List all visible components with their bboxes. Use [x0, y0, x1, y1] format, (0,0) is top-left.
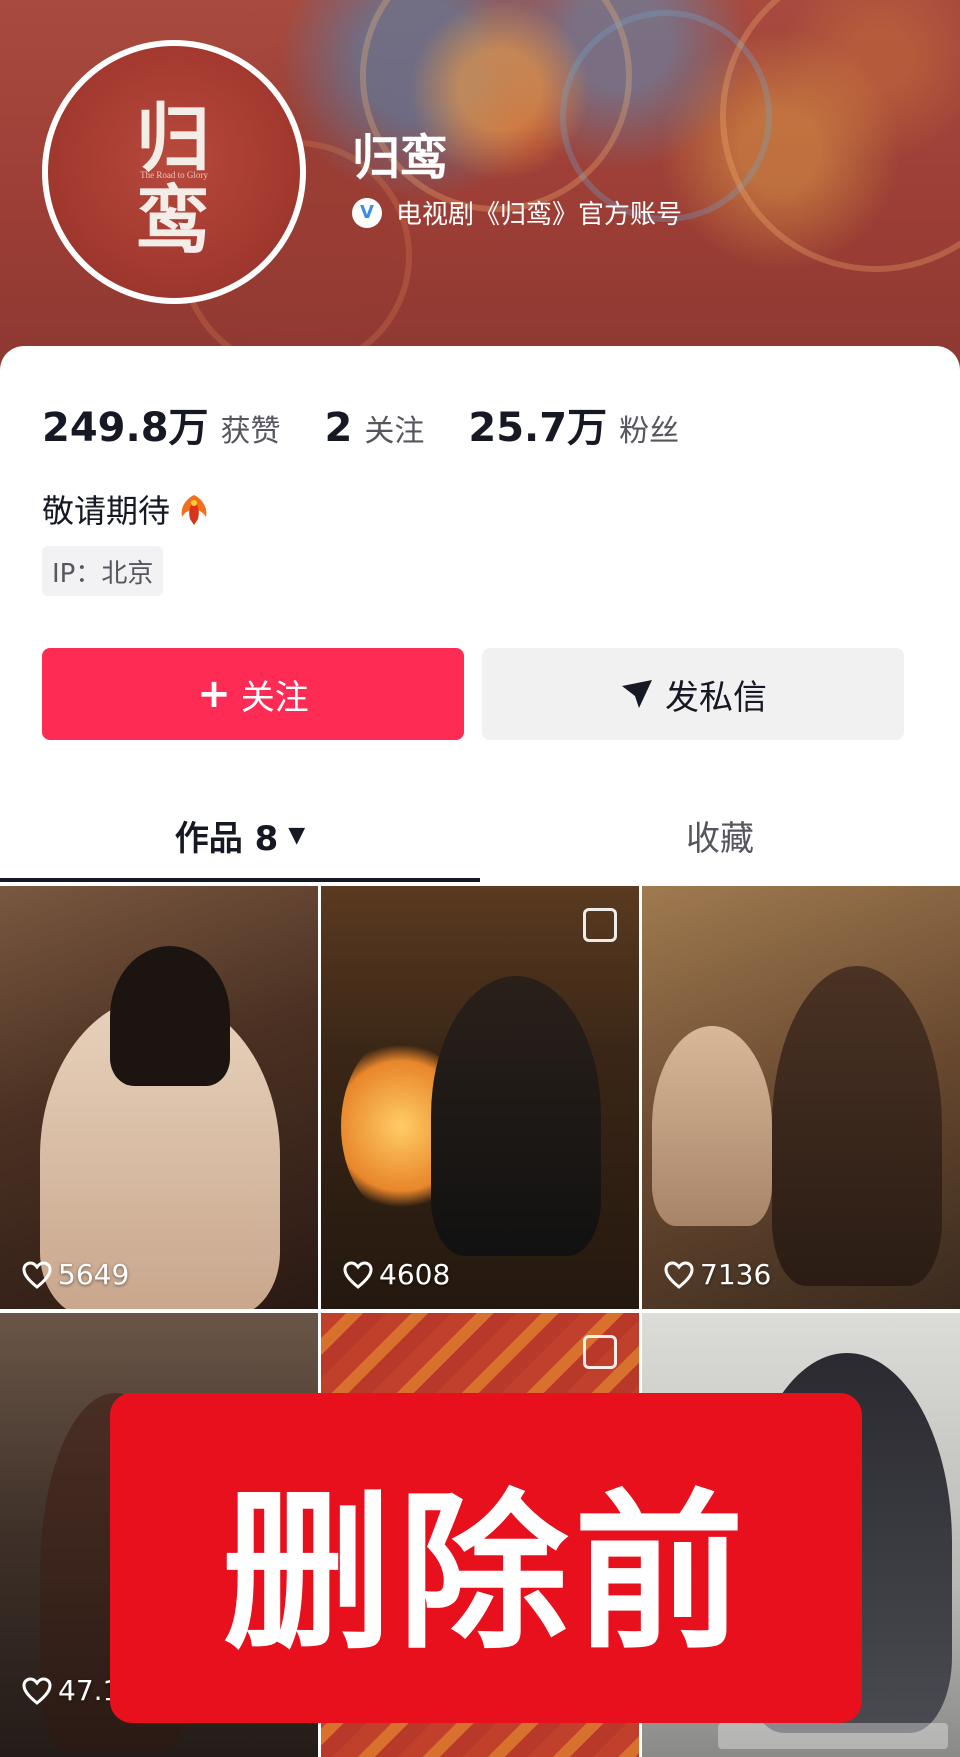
following-label[interactable]: 关注 — [364, 406, 424, 450]
bio-text: 敬请期待 — [42, 492, 171, 530]
follow-button-label: 关注 — [240, 677, 309, 718]
avatar[interactable]: 归 鸾 The Road to Glory — [42, 40, 306, 304]
tab-works-label: 作品 8 — [174, 818, 279, 859]
message-button[interactable]: 发私信 — [482, 648, 904, 740]
heart-icon — [22, 1676, 52, 1705]
thumbnail-figure — [772, 966, 942, 1286]
video-thumbnail[interactable]: 7136 — [642, 886, 960, 1309]
bio: 敬请期待 — [42, 486, 214, 532]
likes-count-text: 7136 — [700, 1258, 772, 1291]
video-likes: 5649 — [22, 1258, 129, 1291]
content-tabs: 作品 8 ▼ 收藏 — [0, 790, 960, 882]
likes-count: 249.8万 — [42, 405, 209, 451]
heart-icon — [664, 1260, 694, 1289]
likes-count-text: 5649 — [58, 1258, 130, 1291]
tab-favorites-label: 收藏 — [686, 818, 754, 859]
account-name: 归鸾 — [352, 130, 449, 186]
pin-icon — [583, 908, 617, 942]
likes-label: 获赞 — [220, 414, 281, 449]
deleted-notice-overlay: 删除前 — [110, 1393, 862, 1723]
tab-active-indicator — [0, 878, 480, 882]
ip-location-tag: IP：北京 — [42, 546, 164, 596]
plus-icon: + — [197, 671, 231, 717]
tab-favorites[interactable]: 收藏 — [480, 790, 960, 880]
follow-button[interactable]: + 关注 — [42, 648, 464, 740]
verified-text: 电视剧《归鸾》官方账号 — [396, 200, 683, 230]
verified-info: V 电视剧《归鸾》官方账号 — [352, 194, 682, 231]
thumbnail-figure — [652, 1026, 772, 1226]
send-icon — [622, 680, 652, 708]
likes-count-text: 4608 — [379, 1258, 451, 1291]
video-thumbnail[interactable]: 4608 — [321, 886, 639, 1309]
message-button-label: 发私信 — [665, 677, 767, 718]
thumbnail-figure — [431, 976, 601, 1256]
video-likes: 47.1 — [22, 1674, 120, 1707]
banner-decoration — [720, 0, 960, 272]
avatar-logo-subtitle: The Road to Glory — [140, 170, 208, 180]
phoenix-emoji-icon — [181, 495, 207, 525]
heart-icon — [343, 1260, 373, 1289]
heart-icon — [22, 1260, 52, 1289]
watermark — [718, 1723, 948, 1749]
video-likes: 7136 — [664, 1258, 771, 1291]
verified-icon: V — [352, 197, 382, 228]
caret-down-icon: ▼ — [288, 822, 306, 848]
stats-row: 249.8万 获赞 2 关注 25.7万 粉丝 — [42, 395, 723, 453]
avatar-logo-text: 归 鸾 — [136, 96, 212, 264]
followers-count[interactable]: 25.7万 — [468, 395, 607, 453]
following-count[interactable]: 2 — [325, 405, 353, 451]
thumbnail-figure — [110, 946, 230, 1086]
pin-icon — [583, 1335, 617, 1369]
video-thumbnail[interactable]: 5649 — [0, 886, 318, 1309]
followers-label[interactable]: 粉丝 — [619, 406, 679, 450]
tab-works[interactable]: 作品 8 ▼ — [0, 790, 480, 880]
video-likes: 4608 — [343, 1258, 450, 1291]
